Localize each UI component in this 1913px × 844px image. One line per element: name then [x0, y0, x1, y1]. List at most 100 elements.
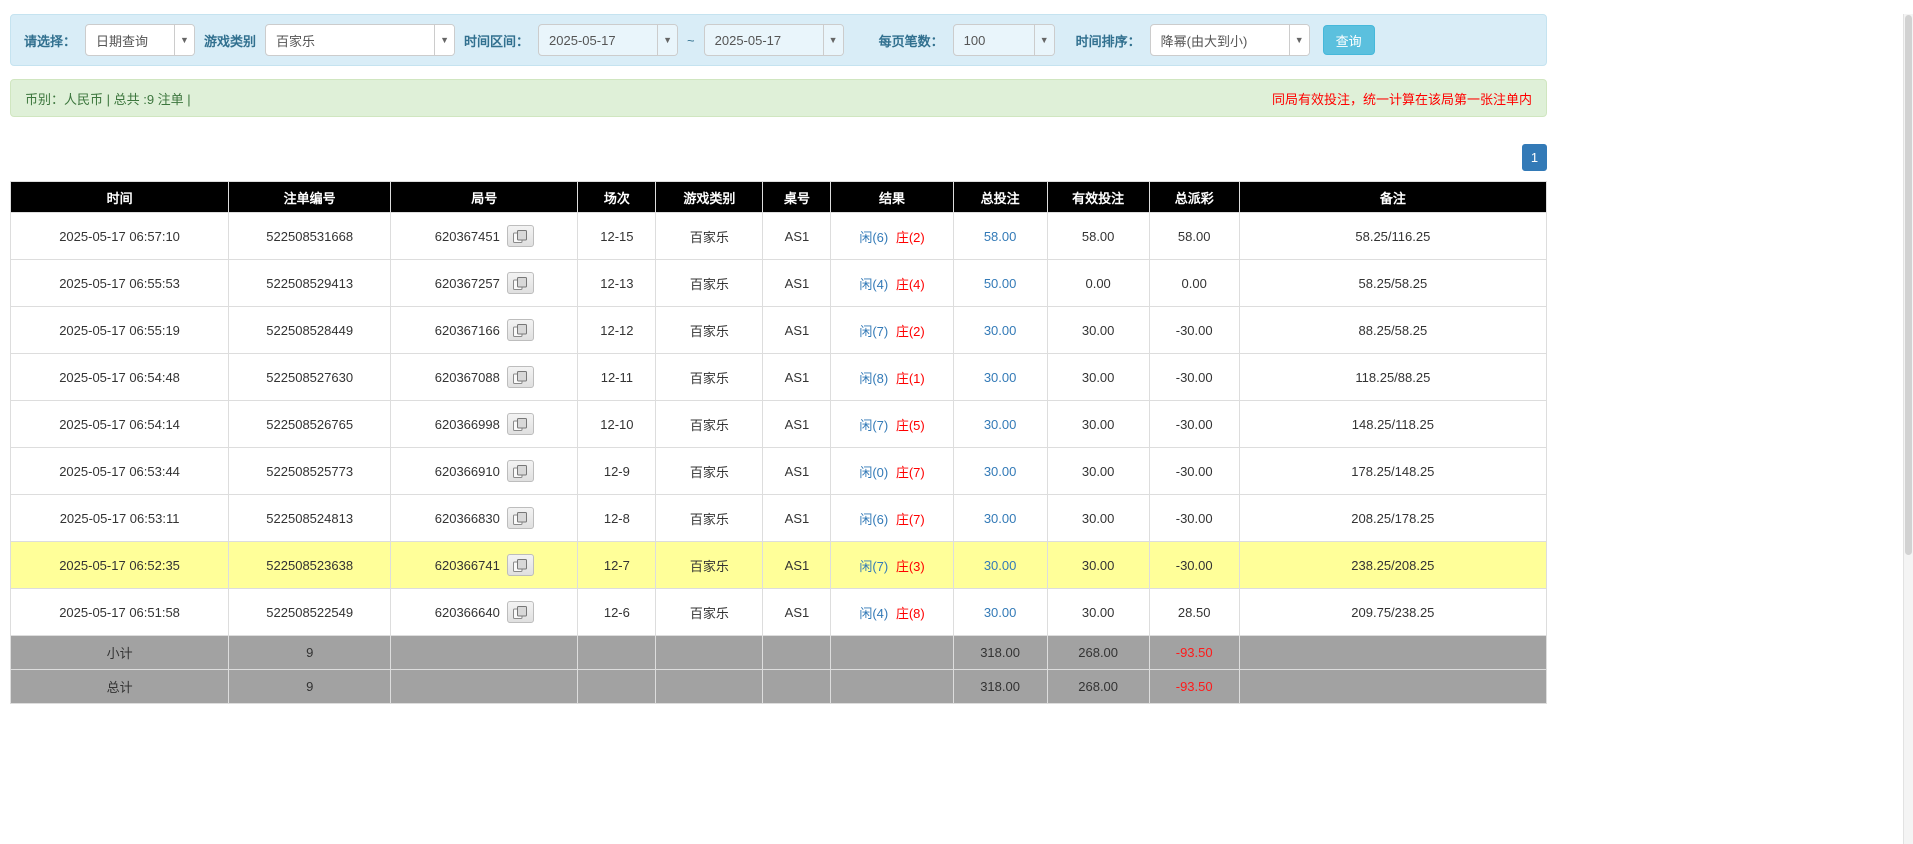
- total-bet-link[interactable]: 30.00: [984, 323, 1017, 338]
- vertical-scrollbar[interactable]: [1903, 14, 1913, 844]
- round-video-button[interactable]: [506, 460, 534, 482]
- total-bet-link[interactable]: 30.00: [984, 464, 1017, 479]
- video-card-icon: [513, 558, 528, 572]
- col-header-session: 场次: [577, 181, 657, 213]
- subtotal-total-bet: 318.00: [952, 635, 1048, 670]
- per-page-value: 100: [963, 32, 986, 48]
- total-bet-link[interactable]: 30.00: [984, 417, 1017, 432]
- cell-time: 2025-05-17 06:52:35: [9, 541, 230, 589]
- total-label: 总计: [9, 669, 230, 704]
- round-video-button[interactable]: [506, 366, 534, 388]
- date-from-picker[interactable]: 2025-05-17 ▼: [538, 24, 679, 56]
- query-type-value: 日期查询: [96, 33, 149, 49]
- page: 请选择： 日期查询 ▼ 游戏类别 百家乐 ▼ 时间区间： 2025-05-17 …: [9, 14, 1548, 704]
- cell-valid-bet: 58.00: [1046, 212, 1150, 260]
- empty-cell: [830, 669, 954, 704]
- table-row: 2025-05-17 06:52:35 522508523638 6203667…: [9, 541, 1548, 589]
- cell-total-bet: 58.00: [952, 212, 1048, 260]
- chevron-down-icon: ▼: [822, 25, 843, 55]
- total-bet-link[interactable]: 50.00: [984, 276, 1017, 291]
- video-card-icon: [513, 417, 528, 431]
- col-header-result: 结果: [830, 181, 954, 213]
- cell-payout: -30.00: [1148, 494, 1240, 542]
- round-number: 620366830: [434, 510, 500, 526]
- cell-result: 闲(7) 庄(3): [830, 541, 954, 589]
- round-video-button[interactable]: [506, 413, 534, 435]
- round-video-button[interactable]: [506, 601, 534, 623]
- cell-remark: 178.25/148.25: [1238, 447, 1548, 495]
- result-banker: 庄(5): [895, 417, 925, 433]
- game-category-select[interactable]: 百家乐 ▼: [265, 24, 456, 56]
- date-from-value: 2025-05-17: [549, 32, 616, 48]
- cell-result: 闲(6) 庄(2): [830, 212, 954, 260]
- result-player: 闲(4): [859, 605, 889, 621]
- cell-total-bet: 30.00: [952, 494, 1048, 542]
- chevron-down-icon: ▼: [1033, 25, 1054, 55]
- round-number: 620366741: [434, 557, 500, 573]
- cell-remark: 58.25/58.25: [1238, 259, 1548, 307]
- subtotal-count: 9: [228, 635, 392, 670]
- empty-cell: [577, 669, 657, 704]
- cell-total-bet: 30.00: [952, 353, 1048, 401]
- query-button[interactable]: 查询: [1322, 25, 1375, 55]
- empty-cell: [1238, 669, 1548, 704]
- cell-time: 2025-05-17 06:54:14: [9, 400, 230, 448]
- cell-valid-bet: 30.00: [1046, 588, 1150, 636]
- cell-remark: 208.25/178.25: [1238, 494, 1548, 542]
- col-header-round: 局号: [390, 181, 579, 213]
- round-video-button[interactable]: [506, 319, 534, 341]
- game-category-label: 游戏类别: [204, 33, 257, 49]
- cell-bet-id: 522508526765: [228, 400, 392, 448]
- cell-payout: 58.00: [1148, 212, 1240, 260]
- total-bet-link[interactable]: 30.00: [984, 558, 1017, 573]
- col-header-remark: 备注: [1238, 181, 1548, 213]
- date-to-picker[interactable]: 2025-05-17 ▼: [703, 24, 844, 56]
- result-banker: 庄(2): [895, 323, 925, 339]
- cell-game-type: 百家乐: [655, 447, 764, 495]
- cell-bet-id: 522508522549: [228, 588, 392, 636]
- round-video-button[interactable]: [506, 507, 534, 529]
- result-banker: 庄(8): [895, 605, 925, 621]
- time-range-label: 时间区间：: [464, 33, 530, 49]
- total-bet-link[interactable]: 30.00: [984, 511, 1017, 526]
- per-page-select[interactable]: 100 ▼: [952, 24, 1055, 56]
- total-bet-link[interactable]: 30.00: [984, 370, 1017, 385]
- col-header-table-no: 桌号: [762, 181, 832, 213]
- time-sort-select[interactable]: 降幂(由大到小) ▼: [1149, 24, 1310, 56]
- chevron-down-icon: ▼: [434, 25, 455, 55]
- cell-total-bet: 50.00: [952, 259, 1048, 307]
- total-total-bet: 318.00: [952, 669, 1048, 704]
- cell-table-no: AS1: [762, 306, 832, 354]
- total-bet-link[interactable]: 30.00: [984, 605, 1017, 620]
- empty-cell: [830, 635, 954, 670]
- video-card-icon: [513, 605, 528, 619]
- cell-table-no: AS1: [762, 400, 832, 448]
- total-bet-link[interactable]: 58.00: [984, 229, 1017, 244]
- scrollbar-thumb[interactable]: [1905, 15, 1912, 555]
- empty-cell: [390, 669, 579, 704]
- cell-valid-bet: 30.00: [1046, 353, 1150, 401]
- round-video-button[interactable]: [506, 272, 534, 294]
- round-number: 620367088: [434, 369, 500, 385]
- cell-payout: -30.00: [1148, 447, 1240, 495]
- query-type-select[interactable]: 日期查询 ▼: [85, 24, 196, 56]
- round-number: 620366640: [434, 604, 500, 620]
- time-sort-value: 降幂(由大到小): [1160, 33, 1248, 49]
- round-video-button[interactable]: [506, 554, 534, 576]
- cell-result: 闲(8) 庄(1): [830, 353, 954, 401]
- cell-session: 12-12: [577, 306, 657, 354]
- subtotal-row: 小计 9 318.00 268.00 -93.50: [9, 635, 1548, 670]
- info-bar: 币别：人民币 | 总共 :9 注单 | 同局有效投注，统一计算在该局第一张注单内: [10, 79, 1547, 117]
- result-player: 闲(6): [859, 229, 889, 245]
- cell-bet-id: 522508524813: [228, 494, 392, 542]
- cell-time: 2025-05-17 06:53:44: [9, 447, 230, 495]
- table-row: 2025-05-17 06:53:11 522508524813 6203668…: [9, 494, 1548, 542]
- cell-session: 12-6: [577, 588, 657, 636]
- query-type-label: 请选择：: [24, 33, 77, 49]
- page-button-1[interactable]: 1: [1522, 144, 1547, 171]
- cell-payout: 0.00: [1148, 259, 1240, 307]
- cell-remark: 148.25/118.25: [1238, 400, 1548, 448]
- round-video-button[interactable]: [506, 225, 534, 247]
- cell-time: 2025-05-17 06:51:58: [9, 588, 230, 636]
- cell-round: 620367088: [390, 353, 579, 401]
